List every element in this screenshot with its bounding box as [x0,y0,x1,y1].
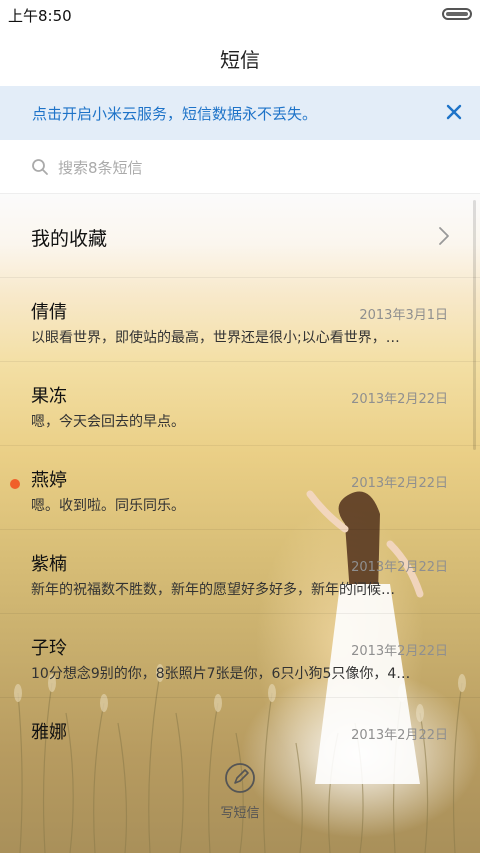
page-title: 短信 [220,48,260,72]
close-icon[interactable] [442,100,466,124]
contact-name: 倩倩 [31,302,67,323]
message-date: 2013年2月22日 [351,560,448,575]
compose-button[interactable]: 写短信 [210,760,270,830]
contact-name: 子玲 [31,638,67,659]
contact-name: 果冻 [31,386,67,407]
message-snippet: 嗯。收到啦。同乐同乐。 [31,498,185,514]
search-bar[interactable]: 搜索8条短信 [0,140,480,194]
favorites-label: 我的收藏 [31,228,108,250]
title-bar: 短信 [0,28,480,86]
message-snippet: 以眼看世界，即使站的最高，世界还是很小;以心看世界，… [31,330,400,346]
conversation-item[interactable]: 子玲 2013年2月22日 10分想念9别的你，8张照片7张是你，6只小狗5只像… [0,614,480,698]
favorites-row[interactable]: 我的收藏 [0,194,480,278]
chevron-right-icon [438,226,450,246]
message-date: 2013年2月22日 [351,644,448,659]
scrollbar[interactable] [473,200,476,450]
search-icon [31,158,49,176]
message-snippet: 新年的祝福数不胜数，新年的愿望好多好多，新年的问候… [31,582,395,598]
conversation-item[interactable]: 倩倩 2013年3月1日 以眼看世界，即使站的最高，世界还是很小;以心看世界，… [0,278,480,362]
conversation-item[interactable]: 果冻 2013年2月22日 嗯，今天会回去的早点。 [0,362,480,446]
status-time: 上午8:50 [8,7,72,25]
battery-icon [442,8,472,20]
message-date: 2013年2月22日 [351,392,448,407]
conversation-item[interactable]: 紫楠 2013年2月22日 新年的祝福数不胜数，新年的愿望好多好多，新年的问候… [0,530,480,614]
compose-icon [210,760,270,796]
status-bar: 上午8:50 [0,0,480,28]
search-input[interactable]: 搜索8条短信 [58,157,143,178]
message-date: 2013年2月22日 [351,476,448,491]
message-date: 2013年3月1日 [359,308,448,323]
conversation-item[interactable]: 燕婷 2013年2月22日 嗯。收到啦。同乐同乐。 [0,446,480,530]
contact-name: 燕婷 [31,470,67,491]
cloud-service-banner[interactable]: 点击开启小米云服务，短信数据永不丢失。 [0,86,480,140]
message-date: 2013年2月22日 [351,728,448,743]
banner-text[interactable]: 点击开启小米云服务，短信数据永不丢失。 [32,103,317,124]
contact-name: 雅娜 [31,722,67,743]
message-snippet: 10分想念9别的你，8张照片7张是你，6只小狗5只像你，4… [31,666,411,682]
contact-name: 紫楠 [31,554,67,575]
conversation-list: 我的收藏 倩倩 2013年3月1日 以眼看世界，即使站的最高，世界还是很小;以心… [0,194,480,853]
message-snippet: 嗯，今天会回去的早点。 [31,414,185,430]
unread-dot [10,479,20,489]
compose-label: 写短信 [220,806,260,821]
